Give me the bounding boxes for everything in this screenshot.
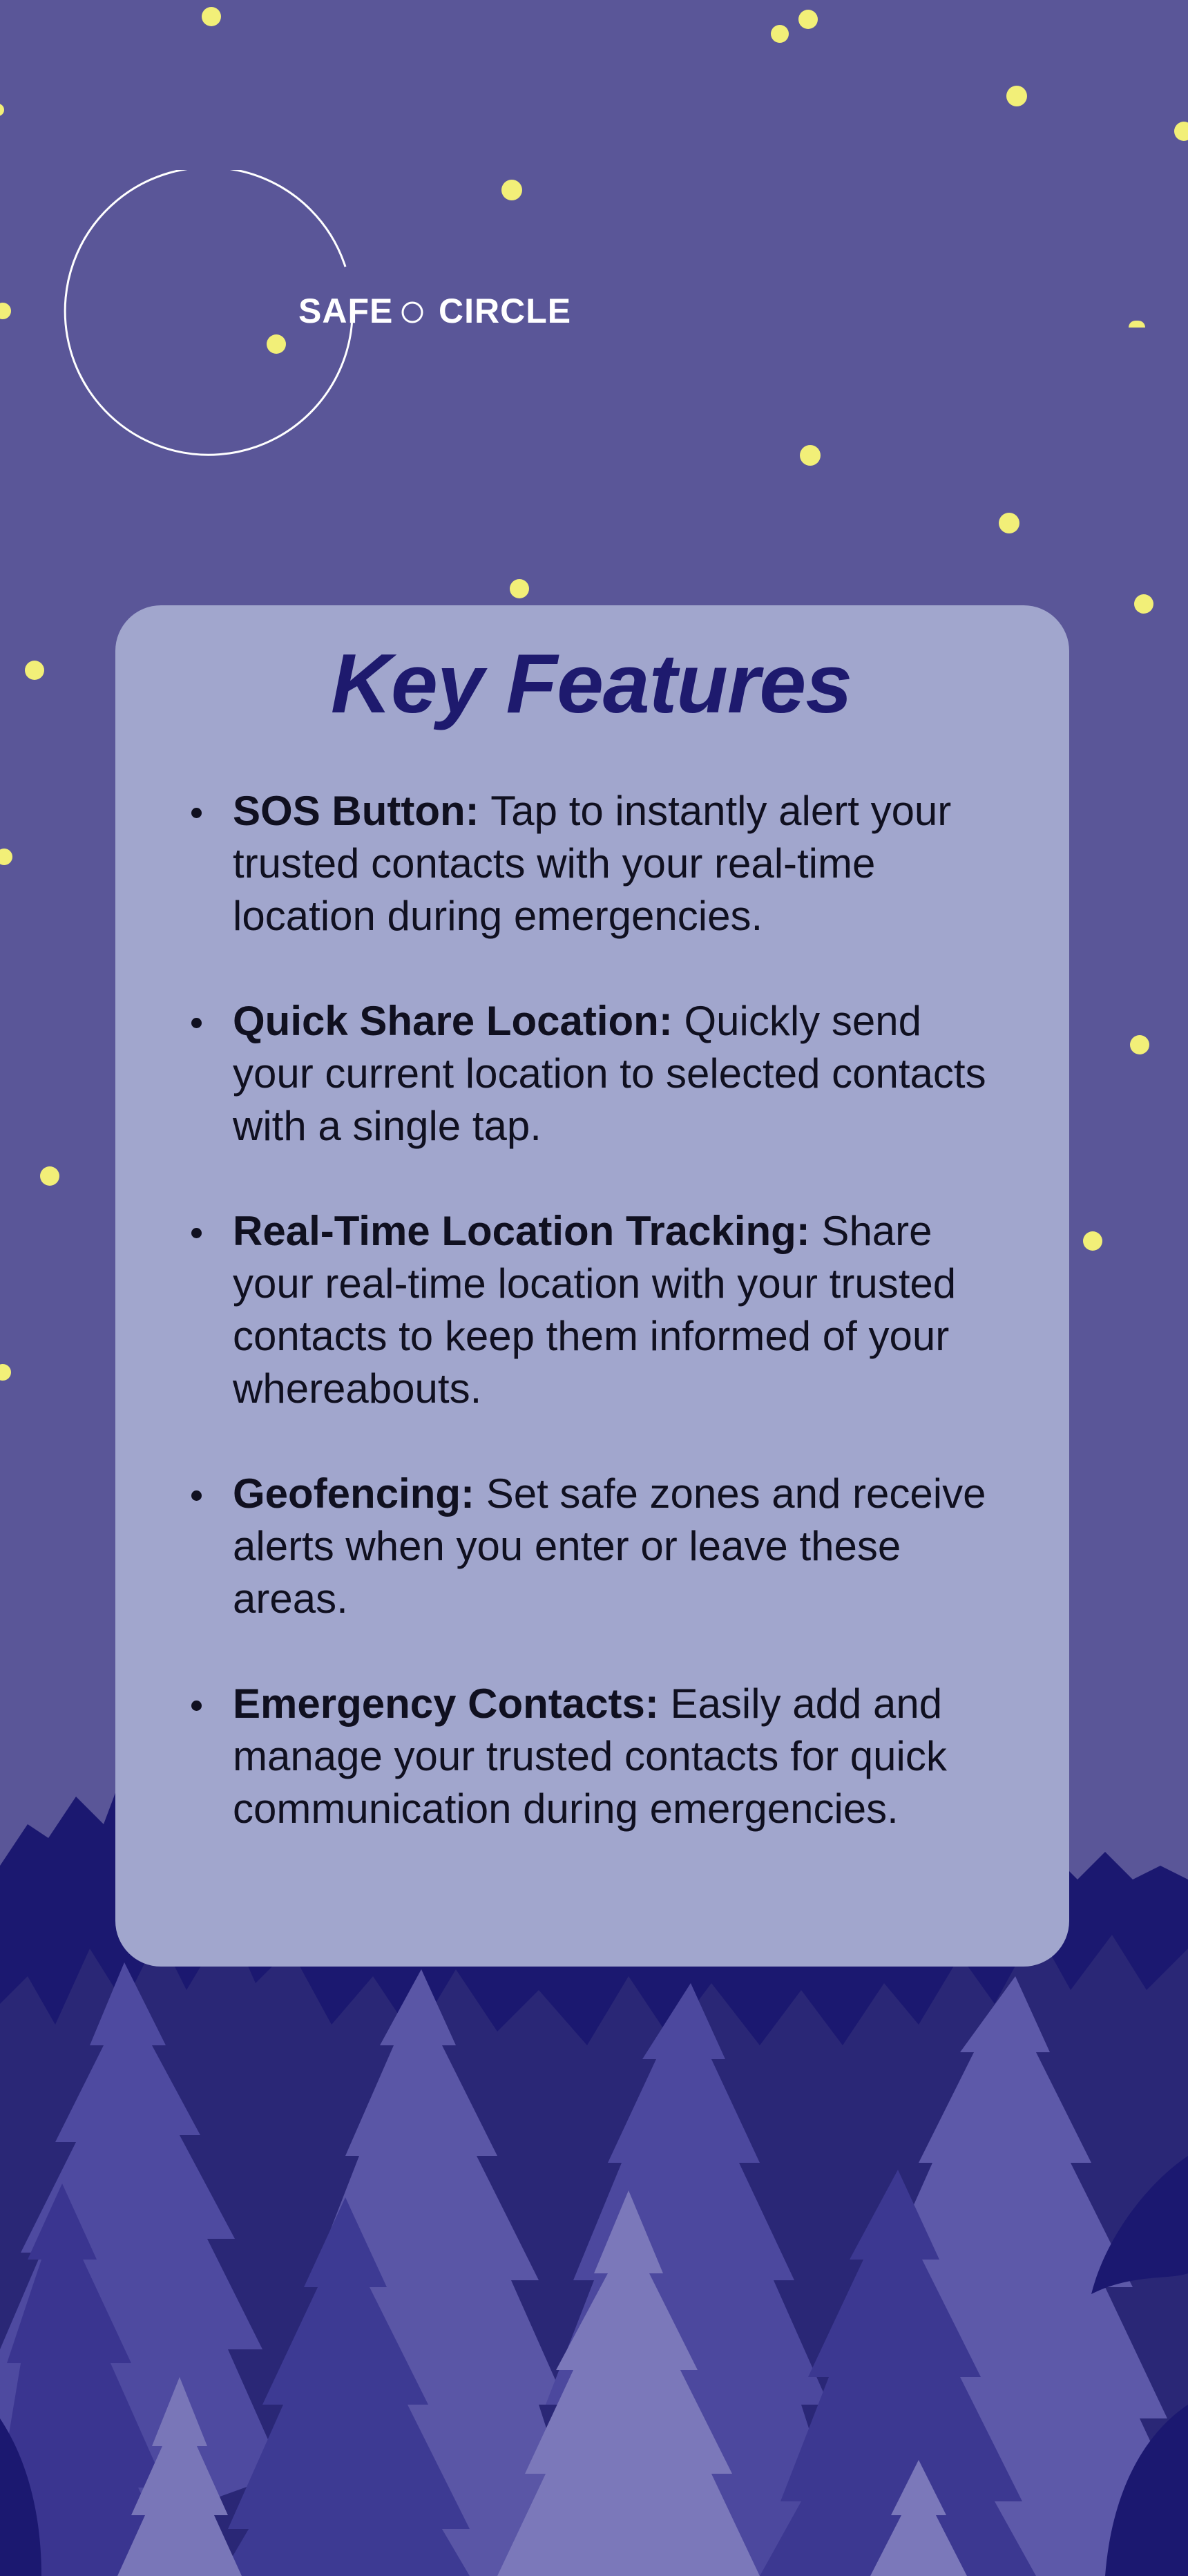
star — [40, 1166, 59, 1186]
features-title: Key Features — [330, 636, 852, 730]
star — [510, 579, 529, 598]
star — [25, 661, 44, 680]
star — [999, 513, 1019, 533]
logo-word-circle: CIRCLE — [439, 292, 572, 330]
bullet-icon — [191, 1490, 202, 1501]
logo-circle-icon — [401, 301, 423, 323]
feature-item-emergency-contacts: Emergency Contacts: Easily add and manag… — [191, 1678, 1021, 1835]
feature-name: Emergency Contacts: — [233, 1680, 671, 1727]
star — [1174, 122, 1188, 141]
star — [798, 10, 818, 29]
feature-name: Geofencing: — [233, 1470, 486, 1517]
star — [1134, 594, 1153, 614]
features-list: SOS Button: Tap to instantly alert your … — [191, 785, 1021, 1835]
star — [1006, 86, 1027, 106]
star — [1083, 1231, 1102, 1251]
star — [202, 7, 221, 26]
bullet-icon — [191, 1228, 202, 1238]
feature-name: Real-Time Location Tracking: — [233, 1208, 822, 1254]
feature-name: Quick Share Location: — [233, 998, 684, 1044]
bullet-icon — [191, 1701, 202, 1711]
feature-item-quick-share-location: Quick Share Location: Quickly send your … — [191, 995, 1021, 1153]
feature-item-geofencing: Geofencing: Set safe zones and receive a… — [191, 1468, 1021, 1625]
bullet-icon — [191, 808, 202, 818]
star — [1130, 1035, 1149, 1054]
bullet-icon — [191, 1018, 202, 1028]
feature-name: SOS Button: — [233, 788, 491, 834]
key-features-card: Key Features SOS Button: Tap to instantl… — [115, 605, 1069, 1967]
safe-circle-logo: SAFE CIRCLE — [64, 170, 571, 460]
star — [771, 25, 789, 43]
feature-item-sos-button: SOS Button: Tap to instantly alert your … — [191, 785, 1021, 943]
app-screen: SAFE CIRCLE Key Features SOS Button: Tap… — [0, 0, 1188, 2576]
logo-word-safe: SAFE — [298, 292, 394, 330]
star — [1129, 321, 1145, 328]
feature-item-real-time-location-tracking: Real-Time Location Tracking: Share your … — [191, 1205, 1021, 1415]
star — [800, 445, 821, 466]
